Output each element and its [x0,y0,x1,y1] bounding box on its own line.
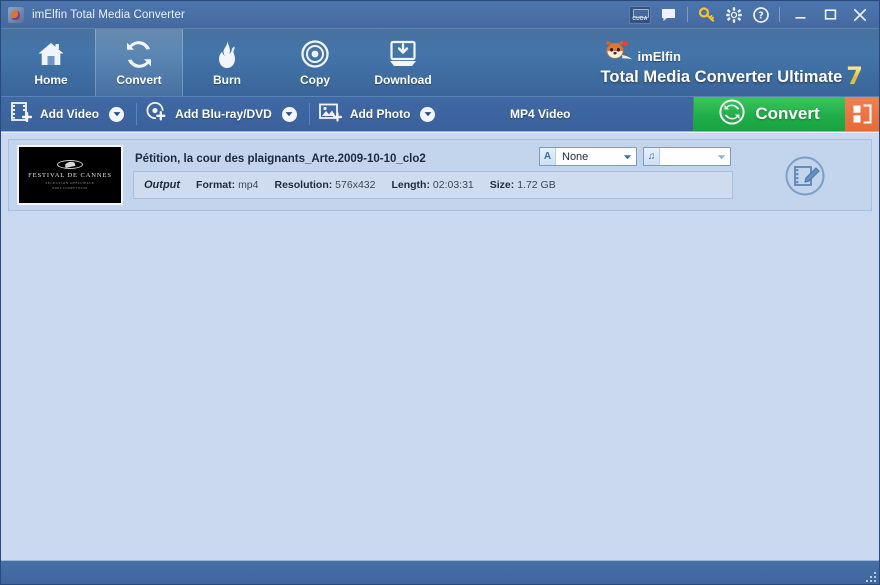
product-name: Total Media Converter Ultimate [600,67,843,86]
tab-label: Download [374,73,432,87]
file-list-area: FESTIVAL DE CANNES SELECTION OFFICIELLE … [1,132,879,560]
size-value: 1.72 GB [517,179,556,191]
maximize-button[interactable] [815,1,845,28]
output-info-bar: Output Format: mp4 Resolution: 576x432 L… [133,171,733,199]
tab-burn[interactable]: Burn [183,29,271,96]
format-key: Format: [196,179,236,191]
ribbon-toolbar: Home Convert Burn Copy Download imElfin … [1,28,879,96]
gear-icon[interactable] [720,2,747,27]
add-video-group: Add Video [1,97,136,131]
film-add-icon [11,101,33,127]
add-photo-label: Add Photo [349,107,411,121]
subtitle-value: None [562,150,589,163]
cuda-label: CUDA [632,15,648,22]
output-label: Output [144,179,181,191]
photo-add-icon [318,102,342,127]
action-toolbar: Add Video Add Blu-ray/DVD Add Photo MP4 … [1,96,879,132]
audio-select[interactable]: ♫ [643,147,731,166]
add-bluray-dropdown[interactable] [281,106,297,122]
subtitle-select[interactable]: A None [539,147,637,166]
minimize-button[interactable] [785,1,815,28]
download-icon [388,38,418,70]
flame-icon [212,38,242,70]
resolution-value: 576x432 [335,179,376,191]
add-video-label: Add Video [40,107,100,121]
app-icon [8,6,24,23]
status-bar [1,560,879,584]
format-value: mp4 [238,179,259,191]
length-info: Length: 02:03:31 [391,179,473,191]
key-icon[interactable] [693,2,720,27]
chevron-down-icon [619,148,636,165]
thumbnail-line-1: FESTIVAL DE CANNES [28,172,112,180]
file-list-item[interactable]: FESTIVAL DE CANNES SELECTION OFFICIELLE … [8,139,872,211]
brand-logo: imElfin Total Media Converter Ultimate 7 [601,29,879,96]
disc-add-icon [146,101,167,127]
convert-circle-icon [719,98,745,130]
tab-label: Copy [300,73,330,87]
home-icon [36,38,66,70]
divider [779,7,780,22]
add-video-dropdown[interactable] [109,106,125,122]
tab-convert[interactable]: Convert [95,29,183,96]
add-photo-group: Add Photo [308,97,448,131]
edit-video-button[interactable] [783,154,827,198]
toggle-panel-button[interactable] [845,97,879,131]
length-value: 02:03:31 [432,179,474,191]
feedback-icon[interactable] [655,2,682,27]
format-info: Format: mp4 [196,179,258,191]
length-key: Length: [391,179,430,191]
size-info: Size: 1.72 GB [490,179,556,191]
close-button[interactable] [845,1,875,28]
chevron-down-icon [713,148,730,165]
palm-logo-icon [57,160,83,170]
video-thumbnail: FESTIVAL DE CANNES SELECTION OFFICIELLE … [17,145,123,205]
window-title: imElfin Total Media Converter [32,8,185,21]
convert-icon [124,38,154,70]
add-bluray-group: Add Blu-ray/DVD [136,97,309,131]
convert-button-label: Convert [755,104,820,123]
track-selectors: A None ♫ [539,147,731,166]
add-bluray-button[interactable]: Add Blu-ray/DVD [136,97,282,131]
file-name: Pétition, la cour des plaignants_Arte.20… [135,153,426,165]
add-video-button[interactable]: Add Video [1,97,109,131]
tab-download[interactable]: Download [359,29,447,96]
title-bar: imElfin Total Media Converter CUDA ? [1,1,879,28]
tab-label: Home [34,73,68,87]
fox-mascot-icon [601,39,635,65]
file-details: Pétition, la cour des plaignants_Arte.20… [133,151,863,199]
add-photo-button[interactable]: Add Photo [309,97,421,131]
divider [687,7,688,22]
brand-name: imElfin [637,48,681,64]
resize-grip[interactable] [864,570,876,582]
convert-button[interactable]: Convert [693,97,845,131]
thumbnail-line-3: HORS COMPETITION [52,185,88,190]
title-bar-controls: CUDA ? [629,1,875,28]
tab-label: Convert [116,73,162,87]
version-number: 7 [846,61,863,90]
application-window: imElfin Total Media Converter CUDA ? Hom… [0,0,880,585]
tab-label: Burn [213,73,241,87]
tab-home[interactable]: Home [7,29,95,96]
ribbon-tabs: Home Convert Burn Copy Download [1,29,447,96]
music-note-icon: ♫ [644,148,660,165]
add-photo-dropdown[interactable] [420,106,436,122]
svg-text:?: ? [758,10,764,21]
help-icon[interactable]: ? [747,2,774,27]
subtitle-icon: A [540,148,556,165]
cuda-status-icon[interactable]: CUDA [629,5,651,24]
tab-copy[interactable]: Copy [271,29,359,96]
output-format-selector[interactable]: MP4 Video [447,97,693,131]
add-bluray-label: Add Blu-ray/DVD [175,107,272,121]
disc-icon [300,38,330,70]
thumbnail-line-2: SELECTION OFFICIELLE [45,180,95,185]
resolution-info: Resolution: 576x432 [275,179,376,191]
resolution-key: Resolution: [274,179,333,191]
size-key: Size: [489,179,515,191]
